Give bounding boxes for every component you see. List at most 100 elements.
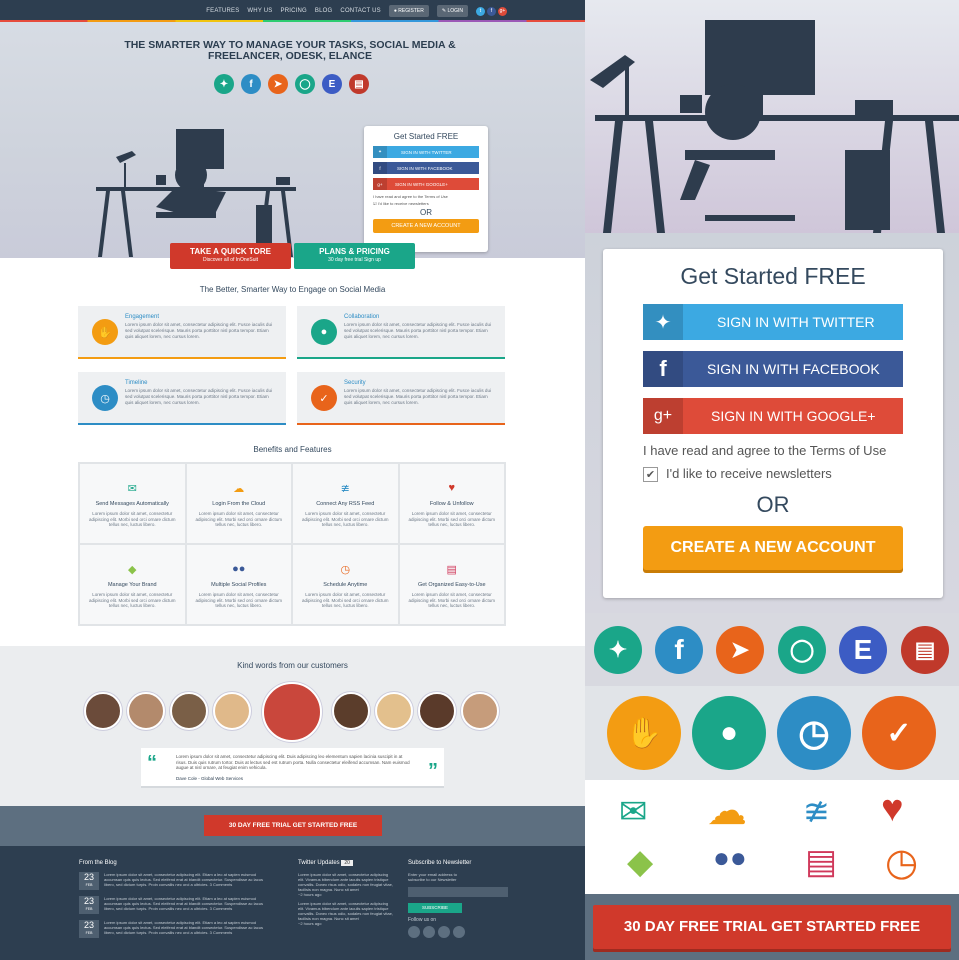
facebook-signin-button[interactable]: f SIGN IN WITH FACEBOOK	[373, 162, 479, 174]
handshake-icon: ✋	[607, 696, 681, 770]
blog-item[interactable]: 23 FEB Lorem ipsum dolor sit amet, consect…	[79, 872, 274, 890]
elance-icon[interactable]: E	[322, 74, 342, 94]
users-icon: ●●	[232, 563, 246, 575]
benefit-cell: ☁ Login From the Cloud Lorem ipsum dolor s…	[185, 463, 292, 544]
benefit-icons-large: ✉ ☁ ≇ ♥ ◆ ●● ▤ ◷	[585, 780, 959, 894]
avatar[interactable]	[418, 692, 456, 730]
avatar[interactable]	[127, 692, 165, 730]
trial-button-small[interactable]: 30 DAY FREE TRIAL GET STARTED FREE	[204, 815, 382, 836]
quote-open-icon: “	[147, 752, 157, 774]
benefit-cell: ♥ Follow & Unfollow Lorem ipsum dolor sit …	[398, 463, 505, 544]
google-plus-icon[interactable]: g+	[498, 6, 507, 16]
nav-features[interactable]: FEATURES	[206, 8, 239, 14]
shield-icon: ✓	[862, 696, 936, 770]
avatar[interactable]	[375, 692, 413, 730]
quick-tour-sub: Discover all of InOneSuit	[202, 257, 259, 263]
blog-month: FEB	[85, 883, 93, 887]
shield-icon: ✓	[311, 385, 337, 411]
tumblr-icon[interactable]	[453, 926, 465, 938]
feature-title: Timeline	[125, 380, 148, 386]
feature-text: Lorem ipsum dolor sit amet, consectetur …	[125, 322, 273, 339]
facebook-icon[interactable]: f	[241, 74, 261, 94]
nav-contact[interactable]: CONTACT US	[340, 8, 380, 14]
facebook-signin-button-large[interactable]: f SIGN IN WITH FACEBOOK	[643, 351, 903, 387]
nav-blog[interactable]: BLOG	[315, 8, 332, 14]
benefit-title: Send Messages Automatically	[95, 501, 169, 507]
group-icon: ●	[692, 696, 766, 770]
create-account-button[interactable]: CREATE A NEW ACCOUNT	[373, 219, 479, 233]
login-label: LOGIN	[447, 8, 463, 14]
avatar-selected[interactable]	[262, 682, 322, 742]
alarm-clock-icon: ◷	[340, 564, 351, 576]
facebook-icon[interactable]	[423, 926, 435, 938]
twitter-icon[interactable]: ✦	[594, 626, 642, 674]
subscribe-button[interactable]: SUBSCRIBE	[408, 903, 462, 913]
login-button[interactable]: ✎ LOGIN	[436, 5, 468, 17]
benefit-title: Multiple Social Profiles	[211, 582, 267, 588]
footer-blog: From the Blog 23 FEB Lorem ipsum dolor sit…	[79, 860, 274, 938]
document-icon[interactable]: ▤	[901, 626, 949, 674]
feature-icons-large: ✋ ● ◷ ✓	[585, 686, 959, 780]
clock-icon: ◷	[777, 696, 851, 770]
newsletter-check[interactable]: ☑ I'd like to receive newsletters	[373, 201, 479, 206]
facebook-signin-label: SIGN IN WITH FACEBOOK	[397, 165, 453, 171]
quick-tour-button[interactable]: TAKE A QUICK TORE Discover all of InOneSu…	[170, 243, 291, 269]
blog-day: 23	[83, 896, 94, 906]
twitter-icon[interactable]: ✦	[214, 74, 234, 94]
twitter-signin-button-large[interactable]: ✦ SIGN IN WITH TWITTER	[643, 304, 903, 340]
blog-item[interactable]: 23 FEB Lorem ipsum dolor sit amet, consect…	[79, 896, 274, 914]
mail-icon: ✉	[127, 483, 137, 495]
facebook-icon[interactable]: f	[655, 626, 703, 674]
plans-pricing-button[interactable]: PLANS & PRICING 30 day free trial Sign up	[294, 243, 415, 269]
quote-close-icon: ”	[428, 760, 438, 782]
benefit-text: Lorem ipsum dolor sit amet, consectetur …	[88, 592, 176, 608]
newsletter-check-large[interactable]: ✔ I'd like to receive newsletters	[643, 466, 903, 482]
nav-why-us[interactable]: WHY US	[247, 8, 272, 14]
trial-button-large[interactable]: 30 DAY FREE TRIAL GET STARTED FREE	[593, 905, 951, 949]
blog-item[interactable]: 23 FEB Lorem ipsum dolor sit amet, consect…	[79, 920, 274, 938]
alarm-clock-icon: ◷	[885, 842, 919, 884]
freelancer-icon[interactable]: ➤	[716, 626, 764, 674]
google-signin-button[interactable]: g+ SIGN IN WITH GOOGLE+	[373, 178, 479, 190]
avatar[interactable]	[170, 692, 208, 730]
benefit-text: Lorem ipsum dolor sit amet, consectetur …	[301, 592, 389, 608]
avatar[interactable]	[213, 692, 251, 730]
tag-icon: ◆	[627, 843, 654, 881]
benefits-title: Benefits and Features	[253, 445, 332, 454]
blog-title: From the Blog	[79, 860, 117, 866]
odesk-icon[interactable]: ◯	[778, 626, 826, 674]
avatar[interactable]	[461, 692, 499, 730]
linkedin-icon[interactable]	[408, 926, 420, 938]
feature-title: Collaboration	[344, 314, 380, 320]
users-icon: ●●	[713, 842, 747, 873]
twitter-title: Twitter Updates	[298, 860, 340, 866]
benefit-cell: ●● Multiple Social Profiles Lorem ipsum do…	[185, 544, 292, 625]
odesk-icon[interactable]: ◯	[295, 74, 315, 94]
benefits-grid: ✉ Send Messages Automatically Lorem ipsum …	[78, 462, 506, 626]
terms-text: I have read and agree to the Terms of Us…	[373, 194, 448, 199]
google-plus-icon[interactable]	[438, 926, 450, 938]
create-account-button-large[interactable]: CREATE A NEW ACCOUNT	[643, 526, 903, 570]
nav-social: t f g+	[476, 6, 507, 16]
cabinet-icon: ▤	[805, 843, 838, 881]
facebook-icon[interactable]: f	[487, 6, 496, 16]
feature-security: ✓ Security Lorem ipsum dolor sit amet, con…	[297, 372, 505, 425]
google-signin-button-large[interactable]: g+ SIGN IN WITH GOOGLE+	[643, 398, 903, 434]
newsletter-email-input[interactable]	[408, 887, 508, 897]
footer-newsletter: Subscribe to Newsletter Enter your email…	[408, 860, 508, 938]
register-button[interactable]: ● REGISTER	[388, 5, 429, 17]
twitter-signin-label: SIGN IN WITH TWITTER	[717, 314, 875, 330]
avatar[interactable]	[332, 692, 370, 730]
document-icon[interactable]: ▤	[349, 74, 369, 94]
elance-icon[interactable]: E	[839, 626, 887, 674]
nav-pricing[interactable]: PRICING	[281, 8, 307, 14]
checkbox-icon[interactable]: ✔	[643, 467, 658, 482]
blog-date: 23 FEB	[79, 896, 99, 914]
twitter-signin-button[interactable]: ✦ SIGN IN WITH TWITTER	[373, 146, 479, 158]
blog-day: 23	[83, 872, 94, 882]
detail-panel: Get Started FREE ✦ SIGN IN WITH TWITTER f…	[585, 0, 959, 960]
kind-title: Kind words from our customers	[237, 661, 348, 670]
freelancer-icon[interactable]: ➤	[268, 74, 288, 94]
avatar[interactable]	[84, 692, 122, 730]
twitter-icon[interactable]: t	[476, 6, 485, 16]
